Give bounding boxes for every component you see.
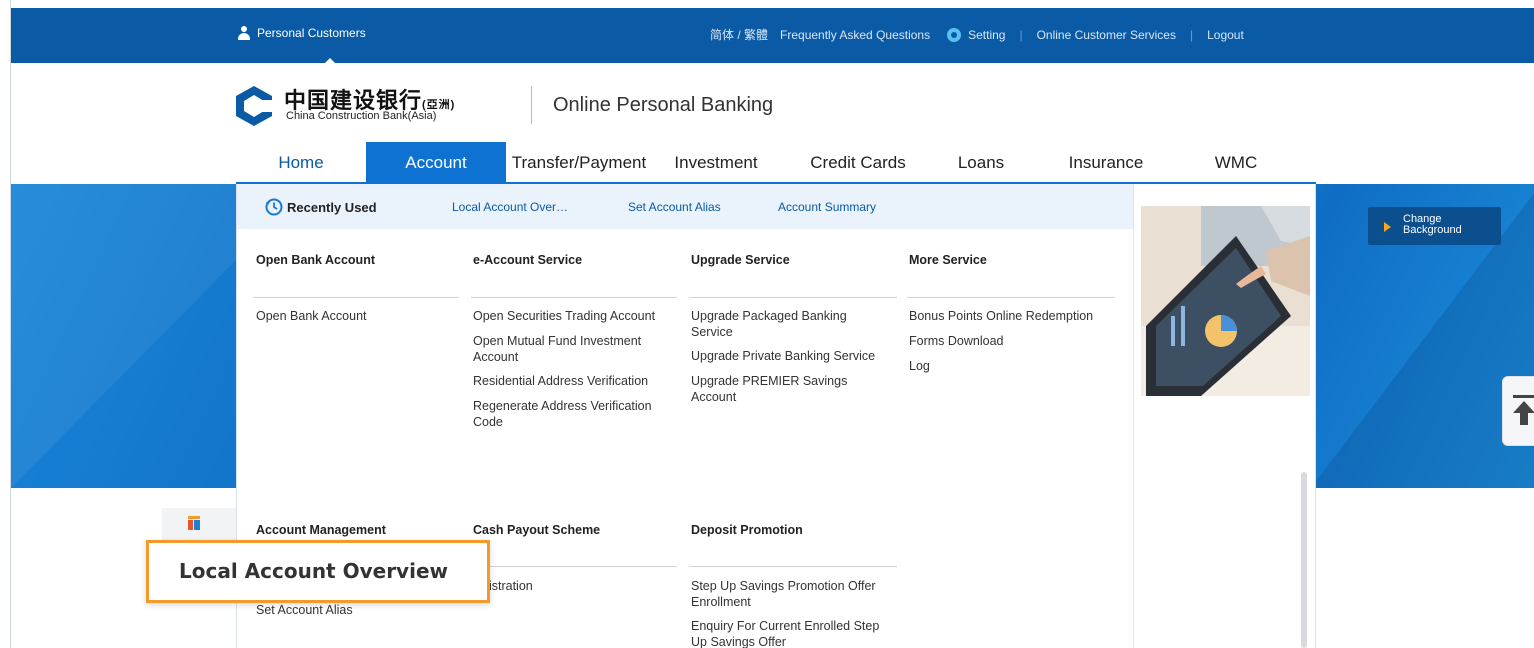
callout-label: Local Account Overview (179, 559, 448, 583)
menu-link-upgrade-premier-savings-account[interactable]: Upgrade PREMIER Savings Account (691, 373, 871, 405)
menu-link-upgrade-packaged-banking-service[interactable]: Upgrade Packaged Banking Service (691, 308, 873, 340)
section-e-account-service-title: e-Account Service (473, 253, 583, 267)
logout-link[interactable]: Logout (1207, 28, 1244, 42)
nav-transfer-payment[interactable]: Transfer/Payment (506, 142, 652, 183)
separator: | (1019, 27, 1023, 42)
bank-logo[interactable]: 中国建设银行(亞洲) China Construction Bank(Asia) (236, 86, 454, 126)
history-clock-icon (265, 198, 283, 216)
section-deposit-promotion-title: Deposit Promotion (691, 523, 803, 537)
menu-link-forms-download[interactable]: Forms Download (909, 333, 1109, 349)
menu-link-open-mutual-fund-investment-account[interactable]: Open Mutual Fund Investment Account (473, 333, 669, 365)
panel-side-divider (1133, 184, 1134, 648)
main-nav: Home Account Transfer/Payment Investment… (236, 142, 1316, 183)
logo-english-name: China Construction Bank(Asia) (286, 110, 437, 122)
gear-icon[interactable] (946, 27, 962, 43)
recently-used-label: Recently Used (287, 200, 377, 215)
section-open-bank-account-title: Open Bank Account (256, 253, 375, 267)
change-background-label: Change Background (1403, 213, 1462, 236)
menu-link-log[interactable]: Log (909, 358, 1109, 374)
active-caret-icon (323, 58, 337, 65)
section-more-service-title: More Service (909, 253, 987, 267)
nav-loans[interactable]: Loans (941, 142, 1021, 183)
ccb-logo-icon (236, 86, 272, 126)
nav-investment[interactable]: Investment (666, 142, 766, 183)
nav-wmc[interactable]: WMC (1201, 142, 1271, 183)
menu-link-upgrade-private-banking-service[interactable]: Upgrade Private Banking Service (691, 348, 896, 364)
dropdown-scrollbar[interactable] (1301, 472, 1307, 648)
column-divider (689, 566, 897, 567)
language-switch[interactable]: 简体 / 繁體 (710, 26, 768, 43)
change-background-button[interactable]: Change Background (1368, 207, 1501, 245)
menu-link-regenerate-address-verification-code[interactable]: Regenerate Address Verification Code (473, 398, 673, 430)
section-upgrade-service-title: Upgrade Service (691, 253, 790, 267)
play-icon (1384, 222, 1391, 232)
recent-link-set-account-alias[interactable]: Set Account Alias (628, 200, 721, 214)
menu-link-step-up-savings-enrollment[interactable]: Step Up Savings Promotion Offer Enrollme… (691, 578, 896, 610)
menu-link-enquiry-step-up-savings-offer[interactable]: Enquiry For Current Enrolled Step Up Sav… (691, 618, 891, 648)
column-divider (471, 297, 677, 298)
top-utility-bar: Personal Customers 简体 / 繁體 Frequently As… (11, 8, 1534, 65)
setting-link[interactable]: Setting (968, 28, 1005, 42)
section-cash-payout-scheme-title: Cash Payout Scheme (473, 523, 601, 537)
personal-customers-label: Personal Customers (257, 26, 366, 40)
menu-link-open-bank-account[interactable]: Open Bank Account (256, 308, 456, 324)
recent-link-account-summary[interactable]: Account Summary (778, 200, 876, 214)
personal-customers-link[interactable]: Personal Customers (237, 26, 366, 65)
recently-used-bar: Recently Used Local Account Over… Set Ac… (237, 184, 1134, 229)
bookmark-icon (188, 516, 200, 530)
nav-home[interactable]: Home (256, 142, 346, 183)
nav-credit-cards[interactable]: Credit Cards (796, 142, 920, 183)
section-account-management-title: Account Management (256, 523, 386, 537)
top-links: 简体 / 繁體 Frequently Asked Questions Setti… (710, 26, 1244, 43)
online-customer-services-link[interactable]: Online Customer Services (1037, 28, 1176, 42)
column-divider (253, 297, 459, 298)
nav-account[interactable]: Account (366, 142, 506, 183)
menu-link-residential-address-verification[interactable]: Residential Address Verification (473, 373, 678, 389)
separator: | (1189, 27, 1194, 42)
column-divider (689, 297, 897, 298)
nav-insurance[interactable]: Insurance (1056, 142, 1156, 183)
faq-link[interactable]: Frequently Asked Questions (780, 28, 930, 42)
column-divider (471, 566, 677, 567)
header-divider (531, 86, 532, 124)
promo-tablet-image[interactable] (1141, 206, 1310, 396)
menu-link-set-account-alias[interactable]: Set Account Alias (256, 602, 456, 618)
local-account-overview-callout: Local Account Overview (146, 540, 490, 603)
menu-link-cash-payout-registration[interactable]: gistration (482, 578, 672, 594)
product-title: Online Personal Banking (553, 94, 774, 116)
person-icon (237, 26, 251, 40)
menu-link-open-securities-trading-account[interactable]: Open Securities Trading Account (473, 308, 678, 324)
back-to-top-button[interactable] (1502, 376, 1534, 446)
recent-link-local-account-overview[interactable]: Local Account Over… (452, 200, 568, 214)
window-left-edge (0, 0, 11, 648)
back-to-top-icon (1513, 395, 1534, 425)
menu-link-bonus-points-online-redemption[interactable]: Bonus Points Online Redemption (909, 308, 1119, 324)
column-divider (907, 297, 1115, 298)
